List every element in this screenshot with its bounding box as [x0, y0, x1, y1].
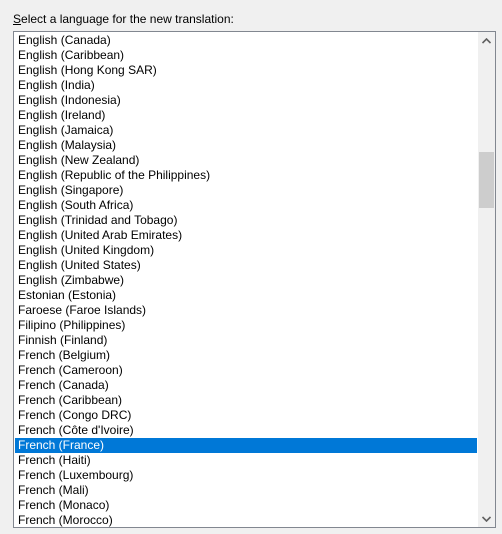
list-item[interactable]: Faroese (Faroe Islands)	[15, 303, 477, 318]
list-item[interactable]: French (Monaco)	[15, 498, 477, 513]
list-item[interactable]: English (Zimbabwe)	[15, 273, 477, 288]
label-access-key: S	[13, 12, 22, 26]
list-item[interactable]: Estonian (Estonia)	[15, 288, 477, 303]
vertical-scrollbar[interactable]	[478, 32, 495, 527]
list-item[interactable]: French (Caribbean)	[15, 393, 477, 408]
list-item[interactable]: French (Côte d'Ivoire)	[15, 423, 477, 438]
list-item[interactable]: French (Mali)	[15, 483, 477, 498]
language-list-items: English (Canada) English (Caribbean) Engli…	[15, 33, 477, 527]
list-item[interactable]: English (India)	[15, 78, 477, 93]
scroll-up-button[interactable]	[478, 32, 495, 49]
list-item[interactable]: English (Malaysia)	[15, 138, 477, 153]
list-item[interactable]: French (Morocco)	[15, 513, 477, 527]
list-item[interactable]: French (Luxembourg)	[15, 468, 477, 483]
language-listbox[interactable]: English (Canada) English (Caribbean) Engli…	[13, 31, 496, 528]
scroll-down-button[interactable]	[478, 510, 495, 527]
list-item[interactable]: French (Canada)	[15, 378, 477, 393]
chevron-down-icon	[482, 515, 491, 522]
list-item[interactable]: English (Hong Kong SAR)	[15, 63, 477, 78]
list-item[interactable]: English (Indonesia)	[15, 93, 477, 108]
list-item[interactable]: English (South Africa)	[15, 198, 477, 213]
list-item[interactable]: English (Singapore)	[15, 183, 477, 198]
list-item[interactable]: English (Ireland)	[15, 108, 477, 123]
list-item[interactable]: English (Trinidad and Tobago)	[15, 213, 477, 228]
list-item[interactable]: English (United Arab Emirates)	[15, 228, 477, 243]
list-item[interactable]: English (New Zealand)	[15, 153, 477, 168]
list-item[interactable]: French (Haiti)	[15, 453, 477, 468]
list-item[interactable]: English (Caribbean)	[15, 48, 477, 63]
list-item[interactable]: French (Cameroon)	[15, 363, 477, 378]
list-item[interactable]: English (Republic of the Philippines)	[15, 168, 477, 183]
label-text: elect a language for the new translation…	[21, 12, 234, 26]
list-item[interactable]: Filipino (Philippines)	[15, 318, 477, 333]
language-prompt-label: Select a language for the new translatio…	[13, 12, 234, 27]
list-item[interactable]: Finnish (Finland)	[15, 333, 477, 348]
list-item-selected[interactable]: French (France)	[15, 438, 477, 453]
list-item[interactable]: English (United Kingdom)	[15, 243, 477, 258]
list-item[interactable]: English (Canada)	[15, 33, 477, 48]
scrollbar-thumb[interactable]	[479, 152, 494, 208]
list-item[interactable]: English (Jamaica)	[15, 123, 477, 138]
list-item[interactable]: English (United States)	[15, 258, 477, 273]
list-item[interactable]: French (Congo DRC)	[15, 408, 477, 423]
list-item[interactable]: French (Belgium)	[15, 348, 477, 363]
chevron-up-icon	[482, 37, 491, 44]
